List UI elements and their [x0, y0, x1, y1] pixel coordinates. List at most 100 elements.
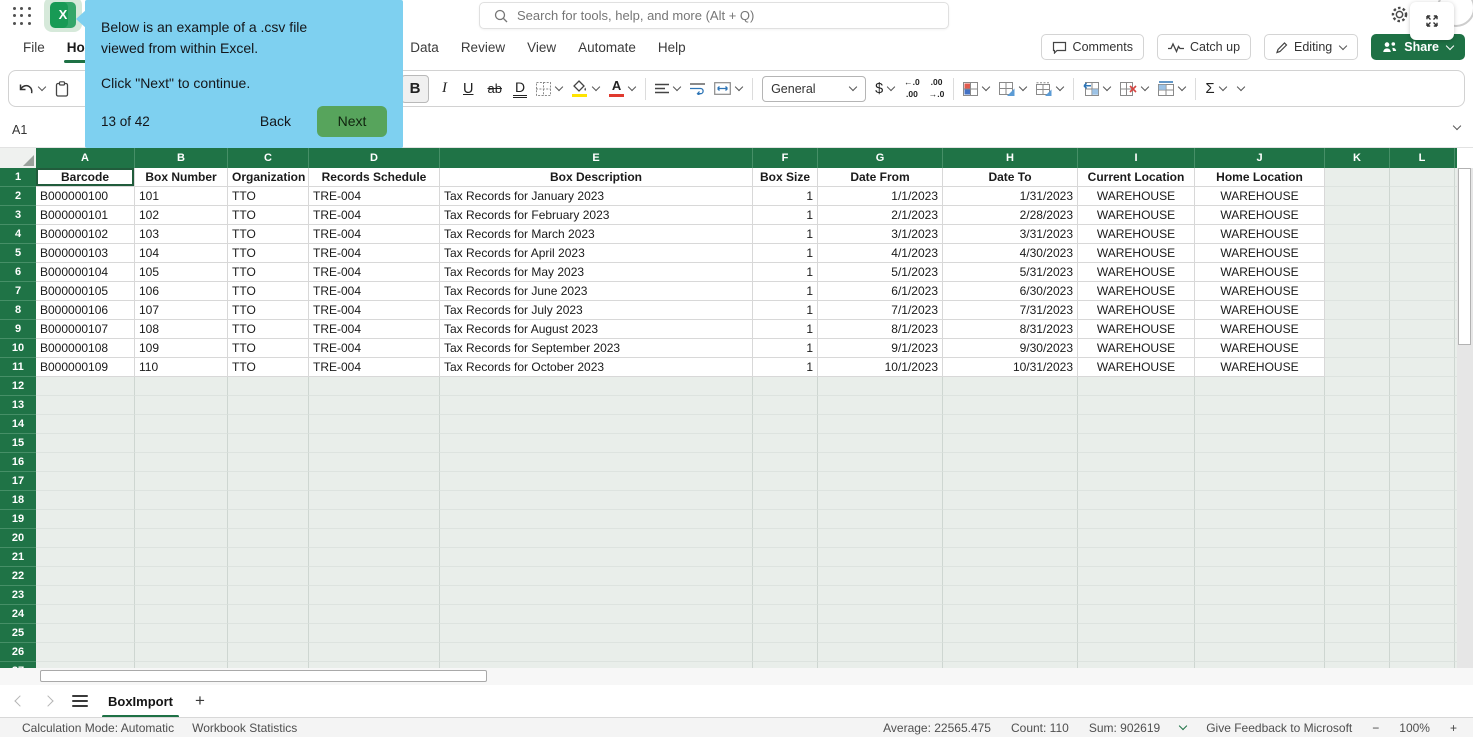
next-button[interactable]: Next	[317, 106, 387, 137]
cell-D22[interactable]	[309, 567, 440, 586]
autosum-button[interactable]: Σ	[1205, 80, 1226, 97]
cell-C17[interactable]	[228, 472, 309, 491]
cell-B15[interactable]	[135, 434, 228, 453]
cell-C23[interactable]	[228, 586, 309, 605]
row-header-23[interactable]: 23	[0, 586, 36, 605]
cell-C16[interactable]	[228, 453, 309, 472]
cell-I19[interactable]	[1078, 510, 1195, 529]
align-button[interactable]	[655, 83, 681, 94]
cell-H26[interactable]	[943, 643, 1078, 662]
cell-L21[interactable]	[1390, 548, 1455, 567]
cell-J17[interactable]	[1195, 472, 1325, 491]
cell-F18[interactable]	[753, 491, 818, 510]
cell-G26[interactable]	[818, 643, 943, 662]
double-underline-button[interactable]: D	[513, 80, 527, 98]
cell-L22[interactable]	[1390, 567, 1455, 586]
cell-I9[interactable]: WAREHOUSE	[1078, 320, 1195, 339]
cell-C20[interactable]	[228, 529, 309, 548]
catch-up-button[interactable]: Catch up	[1157, 34, 1251, 60]
cell-A10[interactable]: B000000108	[36, 339, 135, 358]
cell-G21[interactable]	[818, 548, 943, 567]
cell-K8[interactable]	[1325, 301, 1390, 320]
row-header-5[interactable]: 5	[0, 244, 36, 263]
cell-A15[interactable]	[36, 434, 135, 453]
cell-G4[interactable]: 3/1/2023	[818, 225, 943, 244]
cell-A2[interactable]: B000000100	[36, 187, 135, 206]
cell-A11[interactable]: B000000109	[36, 358, 135, 377]
cell-J5[interactable]: WAREHOUSE	[1195, 244, 1325, 263]
cell-L5[interactable]	[1390, 244, 1455, 263]
format-as-table-button[interactable]	[999, 82, 1027, 96]
cell-D12[interactable]	[309, 377, 440, 396]
cell-J7[interactable]: WAREHOUSE	[1195, 282, 1325, 301]
cell-C15[interactable]	[228, 434, 309, 453]
cell-B14[interactable]	[135, 415, 228, 434]
vertical-scrollbar-thumb[interactable]	[1458, 168, 1471, 345]
cell-E4[interactable]: Tax Records for March 2023	[440, 225, 753, 244]
cell-H16[interactable]	[943, 453, 1078, 472]
cell-D13[interactable]	[309, 396, 440, 415]
cell-H11[interactable]: 10/31/2023	[943, 358, 1078, 377]
cell-H6[interactable]: 5/31/2023	[943, 263, 1078, 282]
italic-button[interactable]: I	[438, 80, 451, 97]
cell-B3[interactable]: 102	[135, 206, 228, 225]
cell-L23[interactable]	[1390, 586, 1455, 605]
cell-I16[interactable]	[1078, 453, 1195, 472]
cell-H12[interactable]	[943, 377, 1078, 396]
cell-J1[interactable]: Home Location	[1195, 168, 1325, 187]
cell-L14[interactable]	[1390, 415, 1455, 434]
strikethrough-button[interactable]: ab	[485, 81, 503, 96]
cell-D11[interactable]: TRE-004	[309, 358, 440, 377]
cell-D4[interactable]: TRE-004	[309, 225, 440, 244]
row-header-14[interactable]: 14	[0, 415, 36, 434]
cell-C10[interactable]: TTO	[228, 339, 309, 358]
cell-A20[interactable]	[36, 529, 135, 548]
cell-A8[interactable]: B000000106	[36, 301, 135, 320]
row-header-26[interactable]: 26	[0, 643, 36, 662]
cell-J16[interactable]	[1195, 453, 1325, 472]
cell-E7[interactable]: Tax Records for June 2023	[440, 282, 753, 301]
cell-G20[interactable]	[818, 529, 943, 548]
cell-C2[interactable]: TTO	[228, 187, 309, 206]
cell-B6[interactable]: 105	[135, 263, 228, 282]
cell-I8[interactable]: WAREHOUSE	[1078, 301, 1195, 320]
tab-automate[interactable]: Automate	[567, 30, 647, 64]
cell-B19[interactable]	[135, 510, 228, 529]
cell-H1[interactable]: Date To	[943, 168, 1078, 187]
cell-E25[interactable]	[440, 624, 753, 643]
cell-B4[interactable]: 103	[135, 225, 228, 244]
cell-E8[interactable]: Tax Records for July 2023	[440, 301, 753, 320]
cell-C12[interactable]	[228, 377, 309, 396]
cell-A24[interactable]	[36, 605, 135, 624]
cell-F25[interactable]	[753, 624, 818, 643]
cell-H25[interactable]	[943, 624, 1078, 643]
fullscreen-expand-button[interactable]	[1410, 2, 1454, 40]
cell-H18[interactable]	[943, 491, 1078, 510]
cell-D21[interactable]	[309, 548, 440, 567]
cell-D9[interactable]: TRE-004	[309, 320, 440, 339]
cell-F8[interactable]: 1	[753, 301, 818, 320]
cell-B9[interactable]: 108	[135, 320, 228, 339]
cell-F1[interactable]: Box Size	[753, 168, 818, 187]
cell-L10[interactable]	[1390, 339, 1455, 358]
cell-J15[interactable]	[1195, 434, 1325, 453]
cell-D3[interactable]: TRE-004	[309, 206, 440, 225]
cell-J18[interactable]	[1195, 491, 1325, 510]
column-header-E[interactable]: E	[440, 148, 753, 168]
row-header-13[interactable]: 13	[0, 396, 36, 415]
cell-H8[interactable]: 7/31/2023	[943, 301, 1078, 320]
cell-K12[interactable]	[1325, 377, 1390, 396]
cell-F5[interactable]: 1	[753, 244, 818, 263]
merge-center-button[interactable]	[714, 82, 743, 95]
row-header-19[interactable]: 19	[0, 510, 36, 529]
cell-E22[interactable]	[440, 567, 753, 586]
cell-G23[interactable]	[818, 586, 943, 605]
cell-A5[interactable]: B000000103	[36, 244, 135, 263]
currency-format-button[interactable]: $	[875, 81, 895, 97]
row-header-2[interactable]: 2	[0, 187, 36, 206]
feedback-link[interactable]: Give Feedback to Microsoft	[1206, 721, 1352, 735]
cell-D14[interactable]	[309, 415, 440, 434]
cell-K19[interactable]	[1325, 510, 1390, 529]
cell-E19[interactable]	[440, 510, 753, 529]
cell-E12[interactable]	[440, 377, 753, 396]
